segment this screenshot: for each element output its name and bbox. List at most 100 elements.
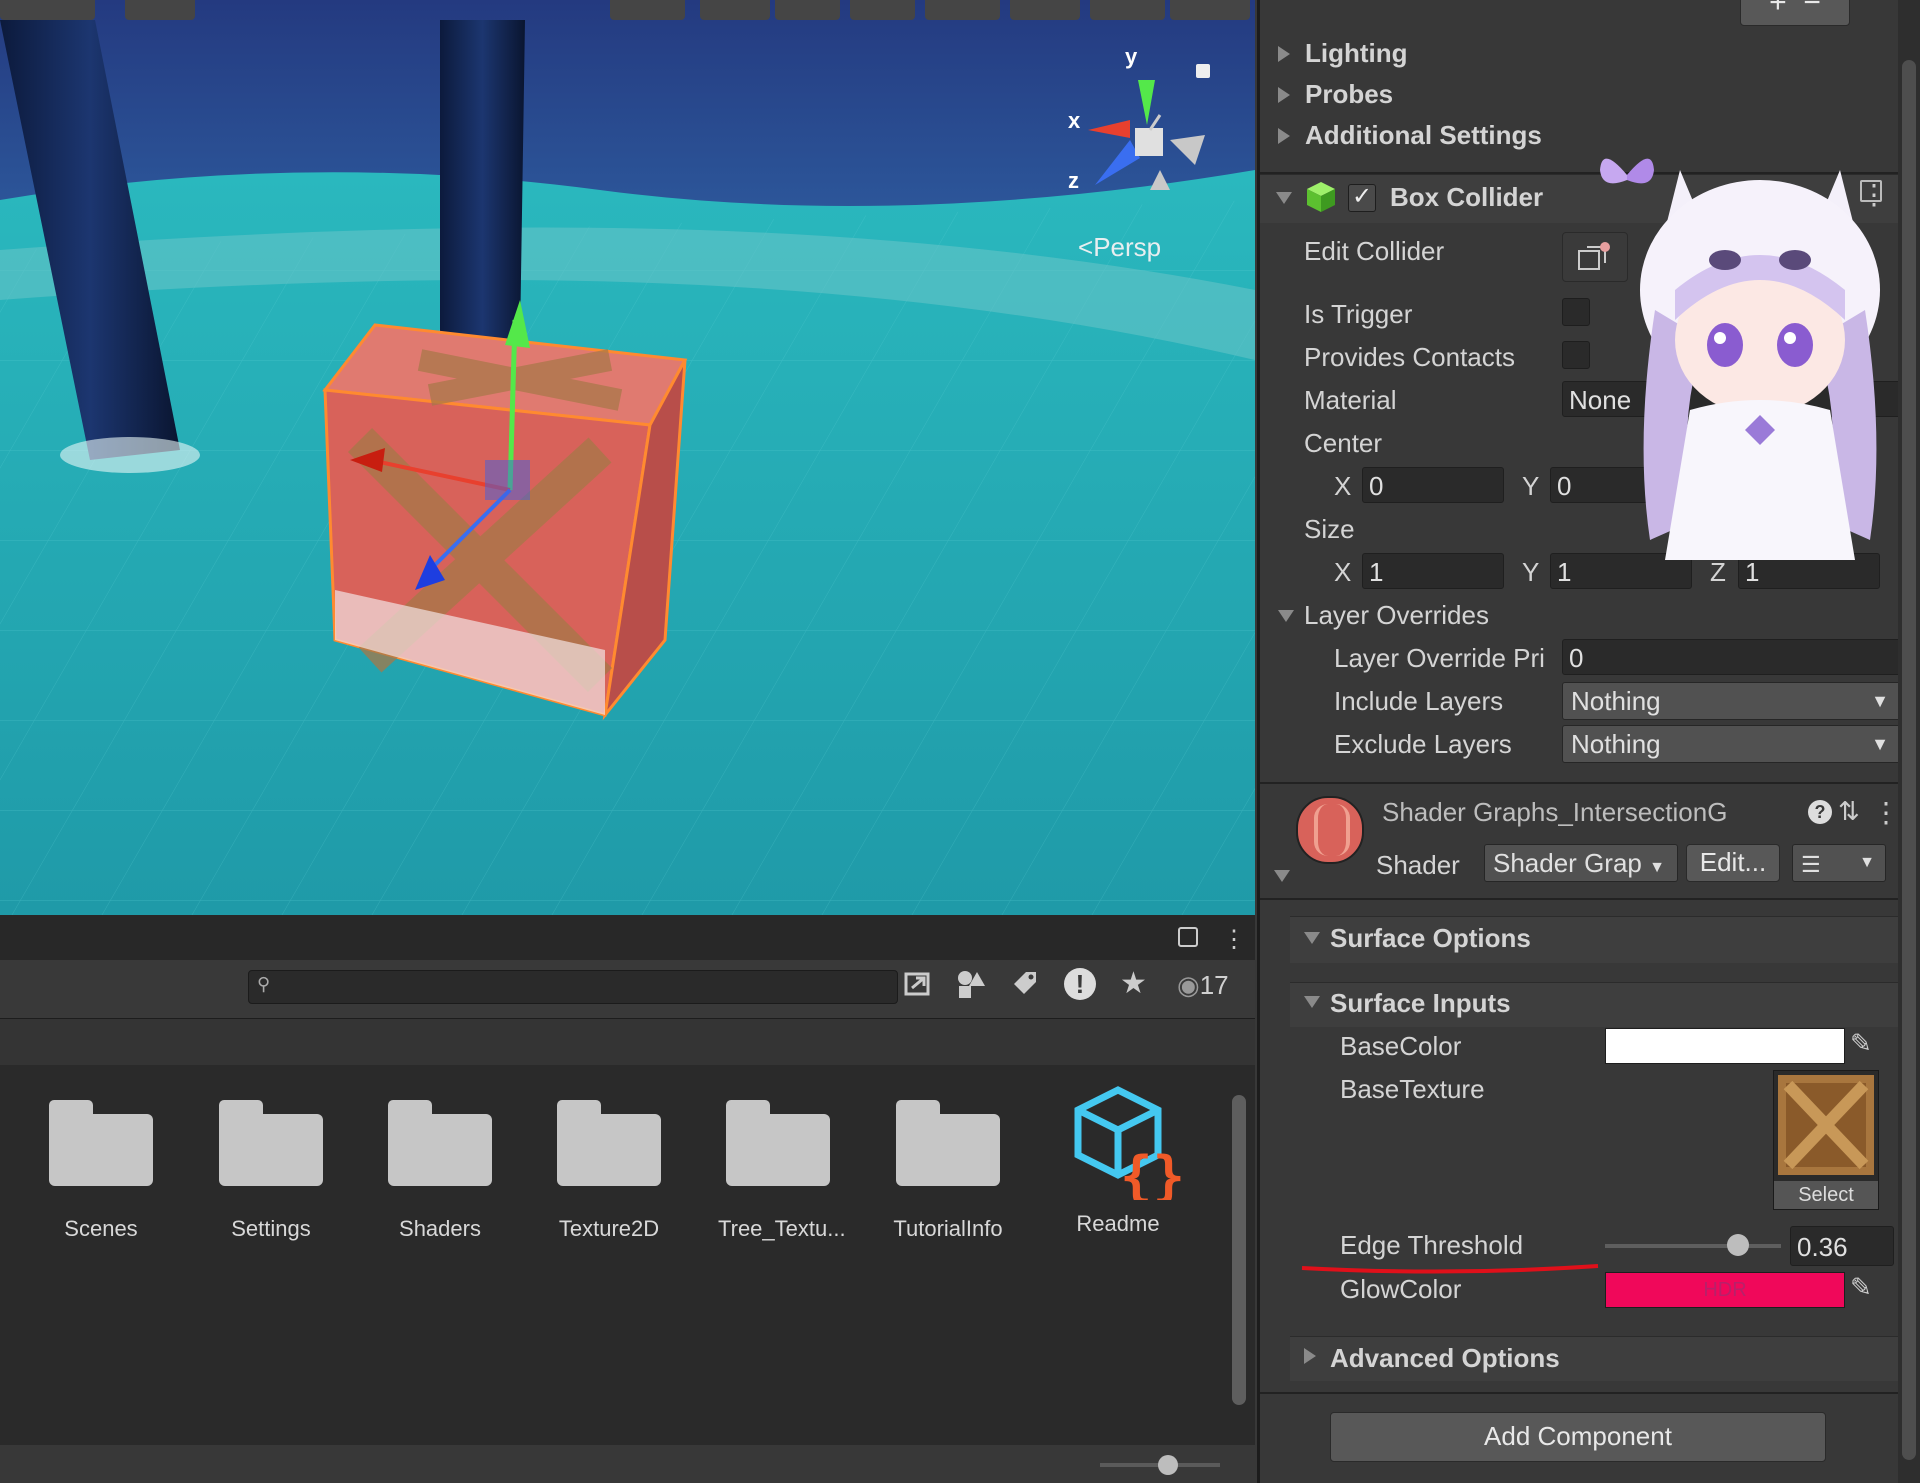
scene-view[interactable]: y x z <Persp (0, 0, 1255, 915)
toolbar-2d[interactable] (700, 0, 770, 20)
icon-size-slider-handle[interactable] (1158, 1455, 1178, 1475)
hidden-packages-count: 17 (1199, 970, 1229, 1000)
toolbar-audio[interactable] (850, 0, 915, 20)
asset-label: Scenes (64, 1216, 138, 1241)
filter-by-label-icon[interactable] (1008, 968, 1040, 1000)
material-name: Shader Graphs_IntersectionG (1382, 797, 1728, 827)
toolbar-snap[interactable] (125, 0, 195, 20)
expand-icon[interactable] (1278, 46, 1290, 62)
toolbar-effects[interactable] (925, 0, 1000, 20)
scene-search-icon[interactable] (902, 968, 934, 1000)
edge-threshold-field[interactable]: 0.36 (1790, 1226, 1894, 1266)
box-collider-icon (1307, 182, 1335, 212)
pillar-back (440, 20, 525, 340)
edit-collider-label: Edit Collider (1304, 236, 1445, 266)
orientation-gizmo-icon[interactable] (1060, 40, 1240, 200)
lock-icon[interactable] (1178, 927, 1198, 947)
toolbar-tools[interactable] (0, 0, 95, 20)
search-input[interactable]: ⚲ (248, 970, 898, 1004)
edit-shader-button[interactable]: Edit... (1686, 844, 1780, 882)
layer-override-priority-label: Layer Override Pri (1334, 643, 1545, 673)
readme-asset-icon: {} (1074, 1086, 1185, 1208)
more-options-icon[interactable]: ⋮ (1872, 796, 1900, 829)
collapse-icon[interactable] (1304, 996, 1320, 1008)
collapse-icon[interactable] (1276, 192, 1292, 204)
asset-item[interactable]: Texture2D (549, 1100, 669, 1242)
section-lighting[interactable]: Lighting (1305, 38, 1408, 69)
eyedropper-icon[interactable]: ✎ (1850, 1272, 1872, 1303)
base-color-swatch[interactable] (1605, 1028, 1845, 1064)
more-options-icon[interactable]: ⋮ (1222, 925, 1246, 954)
hidden-packages-toggle[interactable]: ◉17 (1177, 970, 1229, 1001)
scrollbar-thumb[interactable] (1232, 1095, 1246, 1405)
layer-overrides-label[interactable]: Layer Overrides (1304, 600, 1489, 631)
favorite-star-icon[interactable]: ★ (1120, 966, 1147, 1001)
expand-icon[interactable] (1278, 128, 1290, 144)
filter-by-type-icon[interactable] (955, 968, 987, 1000)
center-x-field[interactable]: 0 (1362, 467, 1504, 503)
surface-inputs-label[interactable]: Surface Inputs (1330, 988, 1511, 1019)
asset-label: Texture2D (558, 1216, 660, 1241)
asset-item[interactable]: Shaders (380, 1100, 500, 1242)
center-y-label: Y (1522, 471, 1540, 501)
asset-item[interactable]: Settings (211, 1100, 331, 1242)
toolbar-hidden[interactable] (1010, 0, 1080, 20)
crate-object (322, 300, 688, 721)
toolbar-gizmos[interactable] (1170, 0, 1250, 20)
glow-color-swatch[interactable]: HDR (1605, 1272, 1845, 1308)
asset-item[interactable]: Scenes (41, 1100, 161, 1242)
toolbar-draw-mode[interactable] (610, 0, 685, 20)
texture-select-button[interactable]: Select (1774, 1181, 1878, 1209)
add-remove-buttons[interactable]: + − (1740, 0, 1850, 26)
provides-contacts-checkbox[interactable] (1562, 341, 1590, 369)
collapse-icon[interactable] (1304, 932, 1320, 944)
base-texture-slot[interactable]: Select (1773, 1070, 1879, 1210)
expand-icon[interactable] (1304, 1348, 1316, 1364)
eye-icon: ◉ (1177, 970, 1200, 1000)
folder-icon (896, 1100, 1000, 1186)
folder-icon (219, 1100, 323, 1186)
eyedropper-icon[interactable]: ✎ (1850, 1028, 1872, 1059)
search-icon: ⚲ (257, 974, 271, 994)
gizmo-y-label: y (1125, 44, 1138, 69)
is-trigger-checkbox[interactable] (1562, 298, 1590, 326)
lock-icon[interactable] (1196, 64, 1210, 78)
expand-icon[interactable] (1278, 87, 1290, 103)
warning-icon[interactable]: ! (1064, 968, 1096, 1000)
edge-threshold-slider-handle[interactable] (1727, 1234, 1750, 1256)
size-x-field[interactable]: 1 (1362, 553, 1504, 589)
asset-label: TutorialInfo (893, 1216, 1003, 1241)
asset-item[interactable]: TutorialInfo (888, 1100, 1008, 1242)
perspective-label: Persp (1093, 232, 1162, 262)
asset-item[interactable]: Tree_Textu... (718, 1100, 846, 1242)
perspective-toggle[interactable]: <Persp (1078, 232, 1161, 263)
shader-options-dropdown[interactable]: ☰ ▼ (1792, 844, 1886, 882)
surface-options-label[interactable]: Surface Options (1330, 923, 1531, 954)
edge-threshold-slider[interactable] (1605, 1244, 1781, 1248)
section-probes[interactable]: Probes (1305, 79, 1393, 110)
include-layers-dropdown[interactable]: Nothing ▼ (1562, 682, 1902, 720)
asset-item[interactable]: {} Readme (1058, 1080, 1185, 1237)
shader-dropdown[interactable]: Shader Grap ▼ (1484, 844, 1678, 882)
chevron-down-icon: ▼ (1871, 734, 1889, 754)
advanced-options-label[interactable]: Advanced Options (1330, 1343, 1560, 1374)
help-icon[interactable]: ? (1808, 800, 1832, 824)
toolbar-camera[interactable] (1090, 0, 1165, 20)
list-icon: ☰ (1801, 852, 1821, 877)
toolbar-lighting[interactable] (775, 0, 840, 20)
exclude-layers-dropdown[interactable]: Nothing ▼ (1562, 725, 1902, 763)
vertical-scrollbar[interactable] (1228, 1065, 1250, 1433)
collapse-icon[interactable] (1278, 610, 1294, 622)
project-panel-header: ⋮ (0, 915, 1255, 961)
layer-override-priority-field[interactable]: 0 (1562, 639, 1902, 675)
component-enabled-checkbox[interactable]: ✓ (1348, 183, 1376, 212)
asset-label: Readme (1076, 1211, 1160, 1236)
shader-label: Shader (1376, 850, 1460, 880)
add-component-button[interactable]: Add Component (1330, 1412, 1826, 1462)
collapse-icon[interactable] (1274, 870, 1290, 882)
include-layers-label: Include Layers (1334, 686, 1504, 716)
chevron-left-icon: < (1078, 232, 1094, 262)
center-x-value: 0 (1369, 471, 1384, 501)
section-additional-settings[interactable]: Additional Settings (1305, 120, 1542, 151)
settings-sliders-icon[interactable]: ⇅ (1838, 796, 1860, 827)
